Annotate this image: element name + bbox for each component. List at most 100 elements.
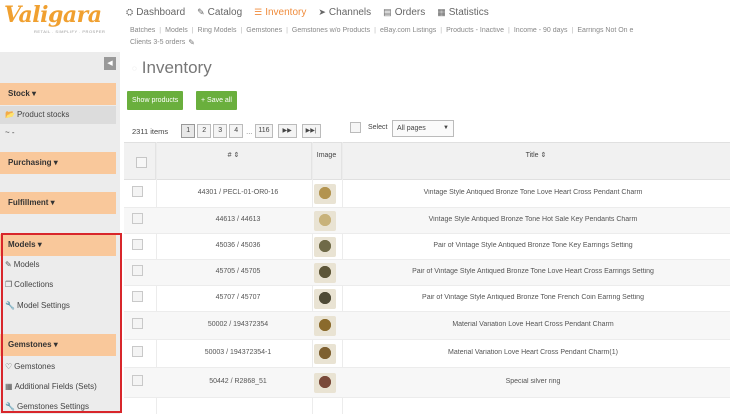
table-header: # ⇕ Image Title ⇕ <box>124 142 730 180</box>
row-checkbox[interactable] <box>132 346 143 357</box>
product-thumbnail[interactable] <box>314 344 336 364</box>
product-thumbnail[interactable] <box>314 184 336 204</box>
sidebar: ◀ Stock ▾ 📂 Product stocks ~ - Purchasin… <box>0 52 120 414</box>
table-row[interactable]: 50003 / 194372354-1 Material Variation Lo… <box>124 340 730 368</box>
row-checkbox[interactable] <box>132 318 143 329</box>
nav-catalog[interactable]: ✎ Catalog <box>197 7 242 18</box>
row-id[interactable]: 44301 / PECL-01-OR0-16 <box>164 189 312 196</box>
sidebar-item-product-stocks[interactable]: 📂 Product stocks <box>0 106 116 124</box>
row-title[interactable]: Pair of Vintage Style Antiqued Bronze To… <box>342 242 724 249</box>
table-row[interactable]: 50002 / 194372354 Material Variation Love… <box>124 312 730 340</box>
sidebar-section-gemstones[interactable]: Gemstones ▾ <box>0 334 116 356</box>
sidebar-item-gemstones[interactable]: ♡ Gemstones <box>0 358 116 376</box>
saved-view-gemstones-wo-products[interactable]: Gemstones w/o Products <box>292 27 370 37</box>
nav-label: Catalog <box>207 6 243 18</box>
page-4-button[interactable]: 4 <box>229 124 244 138</box>
sidebar-section-models[interactable]: Models ▾ <box>0 234 116 256</box>
page-3-button[interactable]: 3 <box>213 124 228 138</box>
divider: | <box>159 27 162 34</box>
select-scope-dropdown[interactable]: All pages ▼ <box>392 120 454 137</box>
sidebar-item-label: Product stocks <box>16 110 70 119</box>
row-checkbox[interactable] <box>132 186 143 197</box>
select-all-checkbox[interactable] <box>350 122 361 133</box>
product-thumbnail[interactable] <box>314 316 336 336</box>
wrench-icon: 🔧 <box>5 402 15 411</box>
table-row[interactable]: 44301 / PECL-01-OR0-16 Vintage Style Anti… <box>124 180 730 208</box>
main-nav: ⛭ Dashboard ✎ Catalog ☰ Inventory ➤ Chan… <box>126 5 501 19</box>
row-title[interactable]: Special silver ring <box>342 378 724 385</box>
sidebar-section-fulfillment[interactable]: Fulfillment ▾ <box>0 192 116 214</box>
save-all-button[interactable]: + Save all <box>196 91 237 110</box>
sidebar-item-collections[interactable]: ❐ Collections <box>0 276 116 294</box>
table-row[interactable]: 45705 / 45705 Pair of Vintage Style Antiq… <box>124 260 730 286</box>
nav-orders[interactable]: ▤ Orders <box>383 7 425 18</box>
orders-icon: ▤ <box>383 6 392 17</box>
row-id[interactable]: 44613 / 44613 <box>164 216 312 223</box>
table-row[interactable]: 44613 / 44613 Vintage Style Antiqued Bron… <box>124 208 730 234</box>
saved-view-ebay-listings[interactable]: eBay.com Listings <box>380 27 436 37</box>
table-row[interactable]: 45707 / 45707 Pair of Vintage Style Antiq… <box>124 286 730 312</box>
sidebar-item-gemstones-settings[interactable]: 🔧 Gemstones Settings <box>0 398 116 414</box>
edit-icon[interactable]: ✎ <box>188 38 195 47</box>
product-thumbnail[interactable] <box>314 373 336 393</box>
product-thumbnail[interactable] <box>314 211 336 231</box>
row-id[interactable]: 50442 / R2868_51 <box>164 378 312 385</box>
row-title[interactable]: Material Variation Love Heart Cross Pend… <box>342 321 724 328</box>
catalog-icon: ✎ <box>197 6 205 17</box>
sidebar-item-additional-fields[interactable]: ▦ Additional Fields (Sets) <box>0 378 116 396</box>
nav-channels[interactable]: ➤ Channels <box>318 7 371 18</box>
saved-view-models[interactable]: Models <box>165 27 188 37</box>
row-checkbox[interactable] <box>132 291 143 302</box>
wrench-icon: 🔧 <box>5 301 15 310</box>
saved-view-income-90-days[interactable]: Income - 90 days <box>514 27 568 37</box>
column-header-title[interactable]: Title ⇕ <box>342 143 730 180</box>
row-id[interactable]: 45707 / 45707 <box>164 294 312 301</box>
collapse-sidebar-button[interactable]: ◀ <box>104 57 116 70</box>
row-checkbox[interactable] <box>132 239 143 250</box>
row-title[interactable]: Vintage Style Antiqued Bronze Tone Hot S… <box>342 216 724 223</box>
pagination: 2311 items 1 2 3 4 ... 116 ▶▶ ▶▶| <box>132 123 323 139</box>
sidebar-item-model-settings[interactable]: 🔧 Model Settings <box>0 297 116 315</box>
folder-icon: 📂 <box>5 110 15 119</box>
saved-view-products-inactive[interactable]: Products - Inactive <box>446 27 504 37</box>
product-thumbnail[interactable] <box>314 263 336 283</box>
table-row[interactable]: 45036 / 45036 Pair of Vintage Style Antiq… <box>124 234 730 260</box>
valigara-logo[interactable]: Valigara RETAIL . SIMPLIFY . PROSPER <box>4 2 116 42</box>
table-row[interactable]: 50442 / R2868_51 Special silver ring <box>124 368 730 398</box>
saved-view-earrings-not-on[interactable]: Earrings Not On e <box>577 27 633 37</box>
row-title[interactable]: Pair of Vintage Style Antiqued Bronze To… <box>342 268 724 275</box>
row-id[interactable]: 45036 / 45036 <box>164 242 312 249</box>
last-page-button[interactable]: ▶▶| <box>301 124 321 138</box>
page-2-button[interactable]: 2 <box>197 124 212 138</box>
row-title[interactable]: Pair of Vintage Style Antiqued Bronze To… <box>342 294 724 301</box>
nav-statistics[interactable]: ▦ Statistics <box>437 7 489 18</box>
saved-view-gemstones[interactable]: Gemstones <box>246 27 282 37</box>
show-products-button[interactable]: Show products <box>127 91 184 110</box>
nav-dashboard[interactable]: ⛭ Dashboard <box>126 7 185 18</box>
row-title[interactable]: Vintage Style Antiqued Bronze Tone Love … <box>342 189 724 196</box>
sidebar-item-partial[interactable]: ~ - <box>0 124 116 142</box>
row-title[interactable]: Material Variation Love Heart Cross Pend… <box>342 349 724 356</box>
chevron-down-icon: ▼ <box>443 125 449 131</box>
row-checkbox[interactable] <box>132 213 143 224</box>
row-id[interactable]: 50002 / 194372354 <box>164 321 312 328</box>
product-thumbnail[interactable] <box>314 237 336 257</box>
saved-view-ring-models[interactable]: Ring Models <box>198 27 237 37</box>
saved-view-batches[interactable]: Batches <box>130 27 155 37</box>
page-1-button[interactable]: 1 <box>181 124 196 138</box>
row-id[interactable]: 50003 / 194372354-1 <box>164 349 312 356</box>
row-checkbox[interactable] <box>132 375 143 386</box>
row-id[interactable]: 45705 / 45705 <box>164 268 312 275</box>
row-checkbox[interactable] <box>132 265 143 276</box>
saved-view-clients-label[interactable]: Clients 3-5 orders <box>130 39 185 46</box>
nav-inventory[interactable]: ☰ Inventory <box>254 7 306 18</box>
page-last-button[interactable]: 116 <box>255 124 273 138</box>
sidebar-section-stock[interactable]: Stock ▾ <box>0 83 116 105</box>
product-thumbnail[interactable] <box>314 289 336 309</box>
sidebar-section-purchasing[interactable]: Purchasing ▾ <box>0 152 116 174</box>
column-header-id[interactable]: # ⇕ <box>156 143 312 180</box>
next-page-button[interactable]: ▶▶ <box>277 124 297 138</box>
sidebar-item-label: Model Settings <box>16 301 70 310</box>
header-checkbox[interactable] <box>136 157 147 168</box>
sidebar-item-models[interactable]: ✎ Models <box>0 256 116 274</box>
